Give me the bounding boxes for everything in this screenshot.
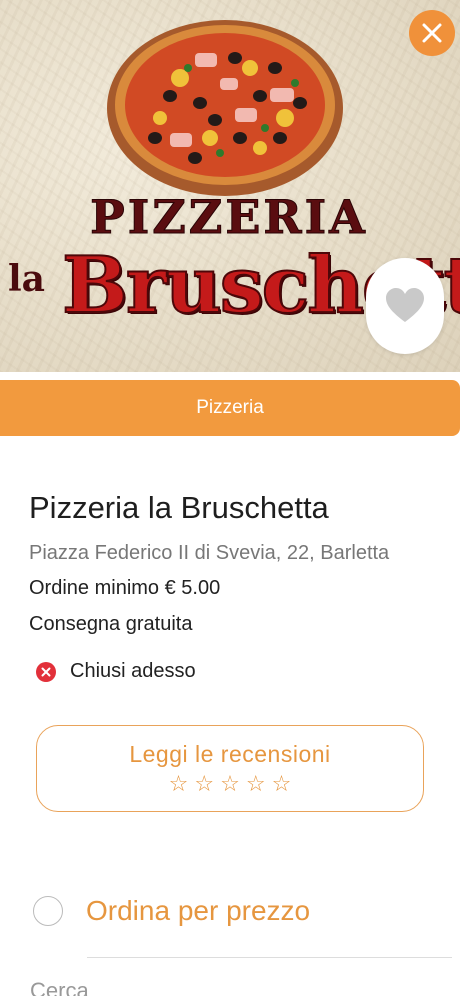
search-label[interactable]: Cerca: [30, 978, 89, 996]
opening-status: Chiusi adesso: [36, 660, 196, 683]
reviews-label: Leggi le recensioni: [129, 741, 331, 767]
sort-radio-button[interactable]: [33, 896, 63, 926]
minimum-order: Ordine minimo € 5.00: [29, 577, 221, 599]
star-icon: ☆: [168, 772, 189, 797]
category-bar: Pizzeria: [0, 380, 460, 436]
rating-stars: ☆ ☆ ☆ ☆ ☆: [169, 774, 292, 796]
read-reviews-button[interactable]: Leggi le recensioni ☆ ☆ ☆ ☆ ☆: [36, 725, 424, 812]
logo-pizzeria-text: PIZZERIA: [90, 190, 368, 245]
star-icon: ☆: [245, 772, 266, 797]
close-icon: [422, 23, 442, 43]
favorite-button[interactable]: [366, 258, 444, 354]
sort-by-price-label: Ordina per prezzo: [86, 895, 311, 926]
heart-icon: [386, 288, 424, 322]
star-icon: ☆: [220, 772, 240, 797]
restaurant-address: Piazza Federico II di Svevia, 22, Barlet…: [29, 542, 390, 564]
category-label: Pizzeria: [196, 397, 264, 418]
logo-la-text: la: [8, 258, 46, 300]
pizza-image: [107, 20, 343, 196]
closed-icon: [36, 661, 56, 682]
status-text: Chiusi adesso: [70, 660, 196, 682]
restaurant-name: Pizzeria la Bruschetta: [29, 490, 329, 525]
sort-by-price-option[interactable]: Ordina per prezzo: [33, 895, 310, 927]
star-icon: ☆: [194, 772, 215, 797]
divider: [87, 957, 452, 958]
delivery-info: Consegna gratuita: [29, 613, 193, 635]
close-button[interactable]: [409, 10, 455, 56]
star-icon: ☆: [271, 772, 292, 797]
